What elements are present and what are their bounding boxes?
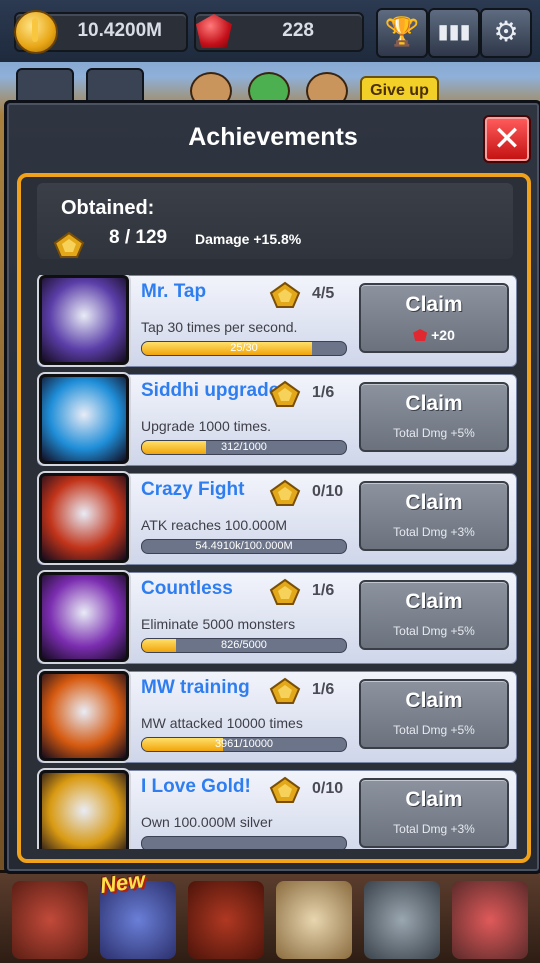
hero-dragon-icon[interactable]	[12, 881, 88, 959]
claim-label: Claim	[361, 590, 507, 614]
medal-icon	[269, 776, 301, 804]
claim-reward: Total Dmg +3%	[361, 525, 507, 539]
shop-icon[interactable]	[452, 881, 528, 959]
progress-text: 826/5000	[142, 639, 346, 652]
claim-button[interactable]: Claim Total Dmg +5%	[359, 580, 509, 650]
claim-reward: Total Dmg +5%	[361, 723, 507, 737]
progress-text	[142, 837, 346, 849]
medal-icon	[269, 479, 301, 507]
medal-icon	[269, 380, 301, 408]
claim-reward: Total Dmg +5%	[361, 624, 507, 638]
reward-text: Total Dmg +3%	[393, 822, 475, 836]
medal-icon	[53, 231, 85, 259]
progress-text: 3961/10000	[142, 738, 346, 751]
achievement-name: Countless	[141, 578, 233, 600]
close-icon[interactable]: ✕	[485, 117, 529, 161]
achievement-row: Mr. Tap 4/5 Tap 30 times per second. 25/30 C…	[37, 275, 517, 367]
achievement-row: Crazy Fight 0/10 ATK reaches 100.000M 54.49…	[37, 473, 517, 565]
achievement-progress: 1/6	[312, 681, 334, 699]
claim-button[interactable]: Claim +20	[359, 283, 509, 353]
trophy-icon[interactable]: 🏆	[376, 8, 428, 58]
damage-bonus: Damage +15.8%	[195, 231, 301, 247]
achievement-count: 8 / 129	[109, 227, 167, 249]
gold-coin-icon	[14, 10, 58, 54]
monster-mouth-icon	[39, 671, 129, 761]
achievement-row: MW training 1/6 MW attacked 10000 times 396…	[37, 671, 517, 763]
gold-value: 10.4200M	[77, 20, 162, 42]
claim-label: Claim	[361, 491, 507, 515]
bottom-nav	[0, 870, 540, 963]
achievements-dialog: Achievements ✕ Obtained: 8 / 129 Damage …	[4, 100, 540, 874]
progress-text: 54.4910k/100.000M	[142, 540, 346, 553]
reward-text: +20	[431, 327, 455, 343]
achievement-description: Own 100.000M silver	[141, 814, 273, 830]
knight-icon[interactable]	[364, 881, 440, 959]
achievement-name: Crazy Fight	[141, 479, 244, 501]
fighter-icon	[39, 473, 129, 563]
progress-bar: 25/30	[141, 341, 347, 356]
progress-bar: 54.4910k/100.000M	[141, 539, 347, 554]
achievement-name: I Love Gold!	[141, 776, 251, 798]
claim-button[interactable]: Claim Total Dmg +3%	[359, 778, 509, 848]
achievement-description: Upgrade 1000 times.	[141, 418, 271, 434]
achievement-description: ATK reaches 100.000M	[141, 517, 287, 533]
achievement-description: Tap 30 times per second.	[141, 319, 297, 335]
achievement-name: Siddhi upgrade	[141, 380, 279, 402]
progress-text: 25/30	[142, 342, 346, 355]
leaderboard-icon[interactable]: ▮▮▮	[428, 8, 480, 58]
reward-text: Total Dmg +5%	[393, 624, 475, 638]
claim-reward: +20	[361, 327, 507, 343]
achievement-row: Siddhi upgrade 1/6 Upgrade 1000 times. 312/…	[37, 374, 517, 466]
map-scroll-icon[interactable]	[276, 881, 352, 959]
obtained-label: Obtained:	[61, 197, 154, 220]
claim-reward: Total Dmg +3%	[361, 822, 507, 836]
reward-text: Total Dmg +5%	[393, 723, 475, 737]
claim-label: Claim	[361, 392, 507, 416]
progress-bar: 312/1000	[141, 440, 347, 455]
achievement-progress: 0/10	[312, 780, 343, 798]
achievement-list[interactable]: Mr. Tap 4/5 Tap 30 times per second. 25/30 C…	[37, 275, 517, 849]
spellbook-icon[interactable]	[188, 881, 264, 959]
dialog-title: Achievements	[7, 123, 539, 152]
achievement-progress: 4/5	[312, 285, 334, 303]
gem-icon	[413, 329, 427, 341]
claim-label: Claim	[361, 293, 507, 317]
claim-button[interactable]: Claim Total Dmg +5%	[359, 679, 509, 749]
progress-bar: 826/5000	[141, 638, 347, 653]
gem-value: 228	[282, 20, 314, 42]
upgrade-chest-icon	[39, 374, 129, 464]
top-bar: 10.4200M 228 🏆 ▮▮▮ ⚙	[0, 0, 540, 62]
gold-bag-icon	[39, 770, 129, 849]
medal-icon	[269, 578, 301, 606]
achievement-row: Countless 1/6 Eliminate 5000 monsters 826/5…	[37, 572, 517, 664]
achievement-description: Eliminate 5000 monsters	[141, 616, 295, 632]
achievement-description: MW attacked 10000 times	[141, 715, 303, 731]
achievements-frame: Obtained: 8 / 129 Damage +15.8% Mr. Tap 4…	[17, 173, 531, 863]
claim-reward: Total Dmg +5%	[361, 426, 507, 440]
progress-text: 312/1000	[142, 441, 346, 454]
summary-panel: Obtained: 8 / 129 Damage +15.8%	[37, 183, 513, 259]
achievement-progress: 1/6	[312, 384, 334, 402]
achievement-row: I Love Gold! 0/10 Own 100.000M silver Claim…	[37, 770, 517, 849]
claim-label: Claim	[361, 788, 507, 812]
zombie-hand-icon	[39, 572, 129, 662]
achievement-name: MW training	[141, 677, 250, 699]
gear-icon[interactable]: ⚙	[480, 8, 532, 58]
achievement-progress: 1/6	[312, 582, 334, 600]
progress-bar: 3961/10000	[141, 737, 347, 752]
claim-button[interactable]: Claim Total Dmg +5%	[359, 382, 509, 452]
achievement-name: Mr. Tap	[141, 281, 206, 303]
reward-text: Total Dmg +5%	[393, 426, 475, 440]
claim-button[interactable]: Claim Total Dmg +3%	[359, 481, 509, 551]
achievement-progress: 0/10	[312, 483, 343, 501]
medal-icon	[269, 281, 301, 309]
reward-text: Total Dmg +3%	[393, 525, 475, 539]
progress-bar	[141, 836, 347, 849]
tap-icon	[39, 275, 129, 365]
claim-label: Claim	[361, 689, 507, 713]
medal-icon	[269, 677, 301, 705]
